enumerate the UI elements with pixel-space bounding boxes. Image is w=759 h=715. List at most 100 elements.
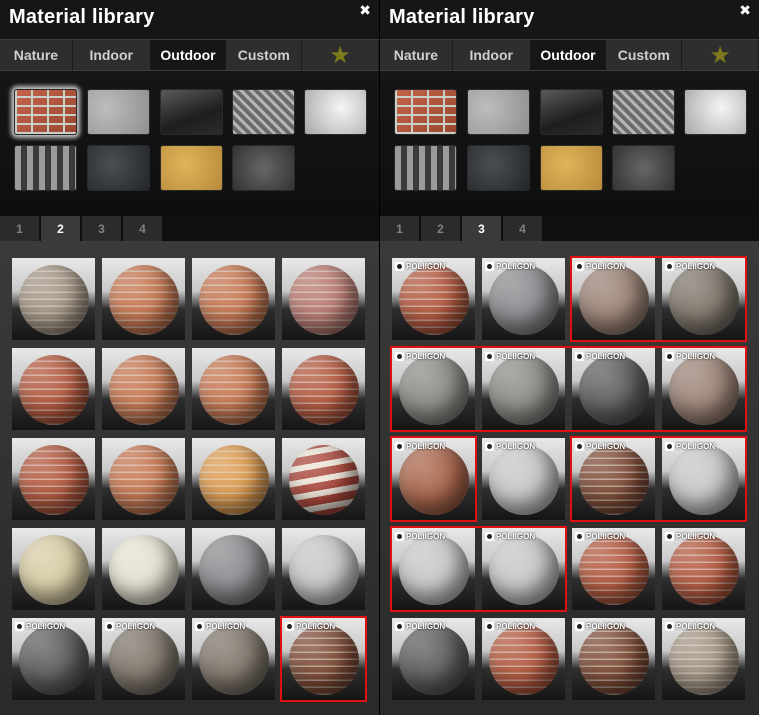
- tab-indoor[interactable]: Indoor: [73, 40, 151, 70]
- material-sphere-orange-brick: [199, 265, 269, 335]
- material-tile[interactable]: POLIIGON: [482, 258, 565, 340]
- thumbnail-diamond-plate[interactable]: [232, 89, 295, 135]
- material-tile[interactable]: [12, 348, 95, 430]
- material-tile[interactable]: [12, 528, 95, 610]
- material-tile[interactable]: POLIIGON: [392, 618, 475, 700]
- material-tile[interactable]: POLIIGON: [662, 438, 745, 520]
- poliigon-badge: POLIIGON: [485, 621, 535, 632]
- page-tab-1[interactable]: 1: [380, 216, 419, 241]
- material-tile[interactable]: POLIIGON: [282, 618, 365, 700]
- tab-nature[interactable]: Nature: [0, 40, 73, 70]
- material-tile[interactable]: POLIIGON: [102, 618, 185, 700]
- thumbnail-cork[interactable]: [540, 145, 603, 191]
- material-tile[interactable]: POLIIGON: [662, 618, 745, 700]
- material-tile[interactable]: POLIIGON: [392, 348, 475, 430]
- material-sphere-gray-brick: [669, 625, 739, 695]
- material-tile[interactable]: POLIIGON: [482, 438, 565, 520]
- material-tile[interactable]: [282, 438, 365, 520]
- page-tab-3[interactable]: 3: [462, 216, 501, 241]
- poliigon-badge: POLIIGON: [105, 621, 155, 632]
- material-tile[interactable]: [192, 258, 275, 340]
- material-tile[interactable]: [282, 258, 365, 340]
- thumbnail-concrete[interactable]: [467, 89, 530, 135]
- page-tab-4[interactable]: 4: [503, 216, 542, 241]
- page-tab-4[interactable]: 4: [123, 216, 162, 241]
- star-icon[interactable]: ★: [302, 40, 379, 70]
- material-tile[interactable]: POLIIGON: [392, 528, 475, 610]
- thumbnail-brick[interactable]: [14, 89, 77, 135]
- material-tile[interactable]: [282, 528, 365, 610]
- page-tab-3[interactable]: 3: [82, 216, 121, 241]
- material-tile[interactable]: POLIIGON: [662, 258, 745, 340]
- close-icon[interactable]: ✖: [739, 2, 751, 19]
- material-tile[interactable]: [192, 438, 275, 520]
- material-tile[interactable]: POLIIGON: [12, 618, 95, 700]
- tab-outdoor[interactable]: Outdoor: [530, 40, 607, 70]
- tab-indoor[interactable]: Indoor: [453, 40, 531, 70]
- material-sphere-cobble: [199, 625, 269, 695]
- thumbnail-asphalt[interactable]: [612, 145, 675, 191]
- material-tile[interactable]: POLIIGON: [572, 348, 655, 430]
- material-tile[interactable]: POLIIGON: [572, 258, 655, 340]
- material-tile[interactable]: POLIIGON: [392, 438, 475, 520]
- thumbnail-corrugated[interactable]: [14, 145, 77, 191]
- material-tile[interactable]: POLIIGON: [662, 348, 745, 430]
- material-sphere-white-paving: [289, 535, 359, 605]
- material-sphere-dark-cobble: [19, 625, 89, 695]
- thumbnail-diamond-plate[interactable]: [612, 89, 675, 135]
- poliigon-logo-icon: [665, 262, 674, 271]
- thumbnail-dark-glass[interactable]: [160, 89, 223, 135]
- material-tile[interactable]: [192, 528, 275, 610]
- material-tile[interactable]: POLIIGON: [482, 348, 565, 430]
- material-sphere-red-brick: [489, 625, 559, 695]
- material-tile[interactable]: POLIIGON: [572, 528, 655, 610]
- material-sphere-red-brick: [669, 535, 739, 605]
- poliigon-logo-icon: [485, 262, 494, 271]
- thumbnail-white-plaster[interactable]: [304, 89, 367, 135]
- material-tile[interactable]: POLIIGON: [662, 528, 745, 610]
- thumbnail-dark-glass[interactable]: [540, 89, 603, 135]
- tab-custom[interactable]: Custom: [226, 40, 303, 70]
- material-tile[interactable]: [102, 438, 185, 520]
- page-tab-2[interactable]: 2: [41, 216, 80, 241]
- page-tab-2[interactable]: 2: [421, 216, 460, 241]
- poliigon-badge: POLIIGON: [195, 621, 245, 632]
- thumbnail-corrugated[interactable]: [394, 145, 457, 191]
- thumbnail-dark-granite[interactable]: [467, 145, 530, 191]
- material-tile[interactable]: POLIIGON: [482, 618, 565, 700]
- material-tile[interactable]: POLIIGON: [572, 438, 655, 520]
- poliigon-badge: POLIIGON: [395, 351, 445, 362]
- thumbnail-asphalt[interactable]: [232, 145, 295, 191]
- thumbnail-concrete[interactable]: [87, 89, 150, 135]
- badge-label: POLIIGON: [496, 352, 536, 361]
- thumbnail-cork[interactable]: [160, 145, 223, 191]
- material-tile[interactable]: [102, 528, 185, 610]
- material-tile[interactable]: [12, 438, 95, 520]
- material-tile[interactable]: POLIIGON: [192, 618, 275, 700]
- thumbnail-dark-granite[interactable]: [87, 145, 150, 191]
- material-tile[interactable]: [282, 348, 365, 430]
- close-icon[interactable]: ✖: [359, 2, 371, 19]
- material-tile[interactable]: [12, 258, 95, 340]
- tab-nature[interactable]: Nature: [380, 40, 453, 70]
- material-tile[interactable]: POLIIGON: [392, 258, 475, 340]
- material-tile[interactable]: [102, 258, 185, 340]
- thumbnail-white-plaster[interactable]: [684, 89, 747, 135]
- material-tile[interactable]: POLIIGON: [482, 528, 565, 610]
- material-sphere-red-brick: [19, 445, 89, 515]
- material-sphere-cream: [109, 535, 179, 605]
- material-sphere-gray-cobble: [399, 355, 469, 425]
- tab-custom[interactable]: Custom: [606, 40, 683, 70]
- material-library-panel-left: Material library ✖ Nature Indoor Outdoor…: [0, 0, 379, 715]
- thumbnail-brick[interactable]: [394, 89, 457, 135]
- tab-outdoor[interactable]: Outdoor: [150, 40, 227, 70]
- material-tile[interactable]: [192, 348, 275, 430]
- star-icon[interactable]: ★: [682, 40, 759, 70]
- page-tab-1[interactable]: 1: [0, 216, 39, 241]
- material-sphere-brown-brick: [579, 445, 649, 515]
- material-sphere-cobble: [109, 625, 179, 695]
- material-tile[interactable]: [102, 348, 185, 430]
- poliigon-badge: POLIIGON: [665, 531, 715, 542]
- poliigon-logo-icon: [665, 442, 674, 451]
- material-tile[interactable]: POLIIGON: [572, 618, 655, 700]
